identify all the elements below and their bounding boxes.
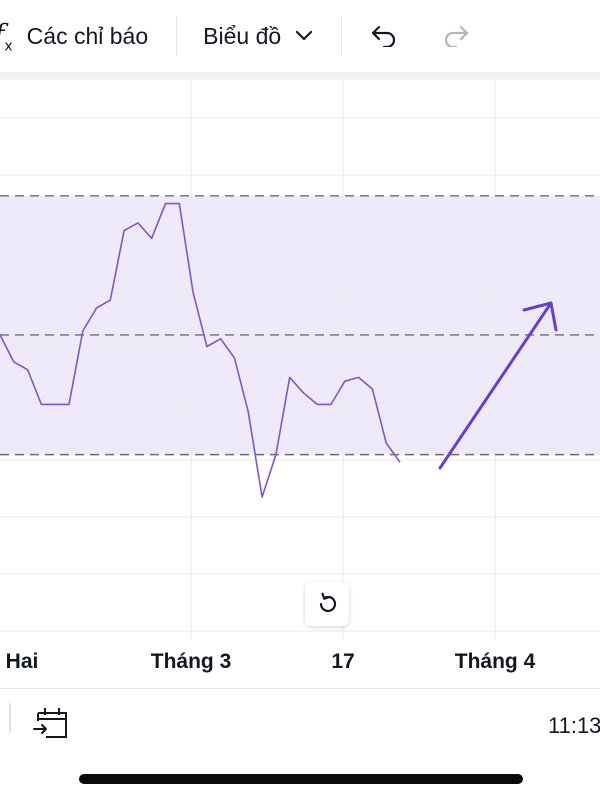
indicators-button[interactable]: fx Các chỉ báo [0,0,176,72]
toolbar-shadow [0,72,600,80]
chevron-down-icon [295,30,313,42]
fx-icon: fx [0,18,13,55]
x-tick-label: 17 [331,650,355,673]
time-axis[interactable]: Hai Tháng 3 17 Tháng 4 [0,640,600,688]
undo-icon [370,25,398,47]
reset-chart-button[interactable] [305,582,349,626]
x-tick-label: Tháng 3 [150,650,232,673]
bottom-bar: 11:13 [0,689,600,759]
calendar-go-to-icon [32,705,72,741]
indicators-label: Các chỉ báo [26,22,149,49]
x-tick-label: Tháng 4 [454,650,536,673]
undo-button[interactable] [342,0,426,72]
x-tick-label: Hai [5,650,39,673]
range-band [0,195,600,455]
redo-icon [442,25,470,47]
chart-canvas[interactable] [0,80,600,640]
home-indicator [79,774,523,784]
chart-type-button[interactable]: Biểu đồ [177,0,341,72]
top-toolbar: fx Các chỉ báo Biểu đồ [0,0,600,72]
rotate-ccw-icon [315,592,339,616]
time-label: 11:13 [548,713,600,738]
bottom-divider [9,703,11,733]
chart-area[interactable] [0,80,600,640]
chart-type-label: Biểu đồ [203,22,282,49]
redo-button[interactable] [426,0,470,72]
go-to-date-button[interactable] [32,705,72,741]
